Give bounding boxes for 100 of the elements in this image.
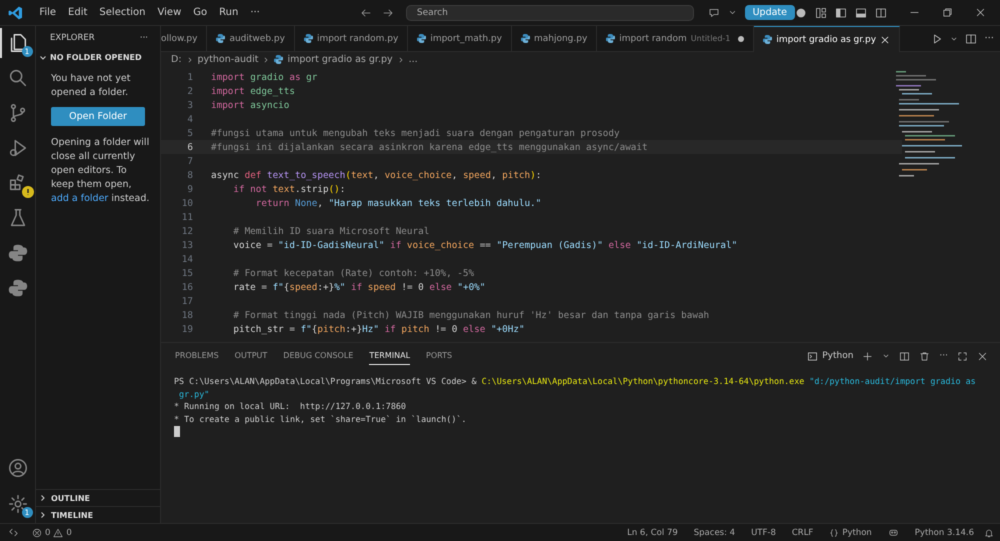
- editor-tab[interactable]: import random.py: [294, 26, 408, 51]
- split-terminal-icon[interactable]: [899, 350, 910, 362]
- error-count[interactable]: 0: [45, 528, 50, 538]
- python-icon[interactable]: [6, 242, 28, 264]
- line-number: 2: [186, 86, 194, 96]
- python-interpreter[interactable]: Python 3.14.6: [908, 528, 980, 538]
- menu-item[interactable]: View: [152, 5, 188, 20]
- line-number: 6: [186, 142, 194, 152]
- breadcrumb-item[interactable]: import gradio as gr.py: [287, 54, 393, 65]
- editor-tab[interactable]: import_math.py: [408, 26, 512, 51]
- editor-tab[interactable]: ollow.py: [161, 26, 208, 51]
- run-icon[interactable]: [931, 32, 944, 44]
- toggle-panel-icon[interactable]: [855, 6, 867, 18]
- maximize-icon[interactable]: [957, 350, 968, 362]
- caret-icon[interactable]: [882, 352, 890, 360]
- file-type-icon: [520, 34, 530, 43]
- plus-icon[interactable]: [862, 350, 874, 362]
- code-line: if not text.strip():: [232, 184, 346, 194]
- add-folder-link[interactable]: add a folder: [51, 193, 108, 204]
- close-icon[interactable]: [977, 350, 988, 362]
- code-line: async def text_to_speech(text, voice_choice, speed, pitch):: [211, 170, 542, 180]
- layout-icon[interactable]: [815, 6, 827, 18]
- split-layout-icon[interactable]: [875, 6, 887, 18]
- section-title[interactable]: OUTLINE: [51, 494, 90, 502]
- code-line: # Memilih ID suara Microsoft Neural: [232, 226, 430, 236]
- forward-arrow-icon[interactable]: [382, 6, 394, 18]
- editor-tab[interactable]: auditweb.py: [207, 26, 295, 51]
- panel-tab[interactable]: PORTS: [426, 347, 452, 365]
- caret-icon[interactable]: [728, 8, 737, 17]
- copilot-icon[interactable]: [888, 527, 899, 538]
- code-line: # Format tinggi nada (Pitch) WAJIB menggunakan huruf 'Hz' besar dan tanpa garis bawah: [232, 310, 710, 320]
- remote-icon[interactable]: [8, 527, 18, 538]
- breadcrumb-item[interactable]: D:: [171, 54, 182, 65]
- file-type-icon: [304, 34, 313, 43]
- app-logo-icon[interactable]: [8, 4, 24, 20]
- line-number: 4: [186, 114, 194, 124]
- toggle-sidebar-icon[interactable]: [835, 6, 847, 18]
- update-button[interactable]: Update: [744, 5, 795, 20]
- search-field[interactable]: Search: [406, 4, 694, 20]
- warning-count[interactable]: 0: [66, 528, 72, 538]
- trash-icon[interactable]: [919, 350, 930, 362]
- panel-tab[interactable]: DEBUG CONSOLE: [283, 347, 354, 365]
- account-icon[interactable]: [6, 457, 28, 479]
- more-actions[interactable]: ···: [939, 351, 948, 361]
- sidebar-title: EXPLORER: [50, 33, 95, 45]
- menu-item[interactable]: Edit: [62, 5, 94, 20]
- breadcrumb-item[interactable]: python-audit: [198, 54, 258, 65]
- line-number: 13: [180, 240, 194, 250]
- line-number: 16: [180, 282, 194, 292]
- empty-folder-message: You have not yet opened a folder.: [50, 72, 132, 100]
- panel-tab[interactable]: PROBLEMS: [175, 347, 219, 365]
- breadcrumb-item[interactable]: ...: [408, 54, 418, 65]
- chat-icon[interactable]: [708, 6, 720, 18]
- more-actions[interactable]: ···: [984, 33, 994, 44]
- code-line: voice = "id-ID-GadisNeural" if voice_choice == "Perempuan (Gadis)" else "id-ID-ArdiNeural": [232, 240, 738, 250]
- theme-icon[interactable]: [795, 6, 807, 18]
- chevron-icon[interactable]: [39, 54, 47, 62]
- terminal-icon: [807, 350, 818, 362]
- restore-icon[interactable]: [942, 6, 953, 18]
- bell-icon[interactable]: [984, 528, 994, 538]
- code-line: rate = f"{speed:+}%" if speed != 0 else "+0%": [232, 282, 486, 292]
- open-folder-button[interactable]: Open Folder: [51, 107, 145, 126]
- line-number: 11: [180, 212, 194, 222]
- language-mode[interactable]: Python: [842, 528, 872, 538]
- encoding[interactable]: UTF-8: [745, 528, 782, 538]
- line-number: 12: [180, 226, 194, 236]
- menu-item[interactable]: File: [33, 5, 62, 20]
- close-icon[interactable]: [880, 34, 890, 44]
- line-number: 8: [186, 170, 194, 180]
- menu-item[interactable]: Selection: [93, 5, 152, 20]
- menu-item[interactable]: Run: [213, 5, 244, 20]
- editor-tab[interactable]: import gradio as gr.py: [754, 26, 900, 52]
- line-number: 15: [180, 268, 194, 278]
- editor-tab[interactable]: mahjong.py: [512, 26, 598, 51]
- chevron-icon[interactable]: [39, 511, 47, 519]
- settings-icon[interactable]: [6, 493, 28, 515]
- line-number: 9: [186, 184, 194, 194]
- close-icon[interactable]: [975, 6, 986, 18]
- terminal-profile[interactable]: Python: [807, 350, 854, 362]
- file-type-icon: [606, 34, 616, 43]
- python-icon[interactable]: [6, 277, 28, 299]
- split-editor-icon[interactable]: [965, 32, 978, 44]
- line-ending[interactable]: CRLF: [786, 528, 820, 538]
- code-line: import asyncio: [211, 100, 290, 110]
- more-actions[interactable]: ···: [140, 33, 148, 45]
- code-line: import edge_tts: [211, 86, 295, 96]
- code-line: pitch_str = f"{pitch:+}Hz" if pitch != 0 else "+0Hz": [232, 324, 525, 334]
- chevron-icon[interactable]: [39, 494, 47, 502]
- indentation[interactable]: Spaces: 4: [688, 528, 742, 538]
- cursor-position[interactable]: Ln 6, Col 79: [621, 528, 684, 538]
- section-title[interactable]: TIMELINE: [51, 510, 94, 520]
- line-number: 3: [186, 100, 194, 110]
- panel-tab[interactable]: OUTPUT: [234, 347, 268, 365]
- menu-item[interactable]: ···: [244, 5, 266, 20]
- back-arrow-icon[interactable]: [360, 6, 372, 18]
- panel-tab[interactable]: TERMINAL: [369, 347, 410, 365]
- menu-item[interactable]: Go: [187, 5, 214, 20]
- section-title[interactable]: NO FOLDER OPENED: [50, 53, 142, 62]
- file-type-icon: [417, 34, 426, 43]
- line-number: 10: [180, 198, 194, 208]
